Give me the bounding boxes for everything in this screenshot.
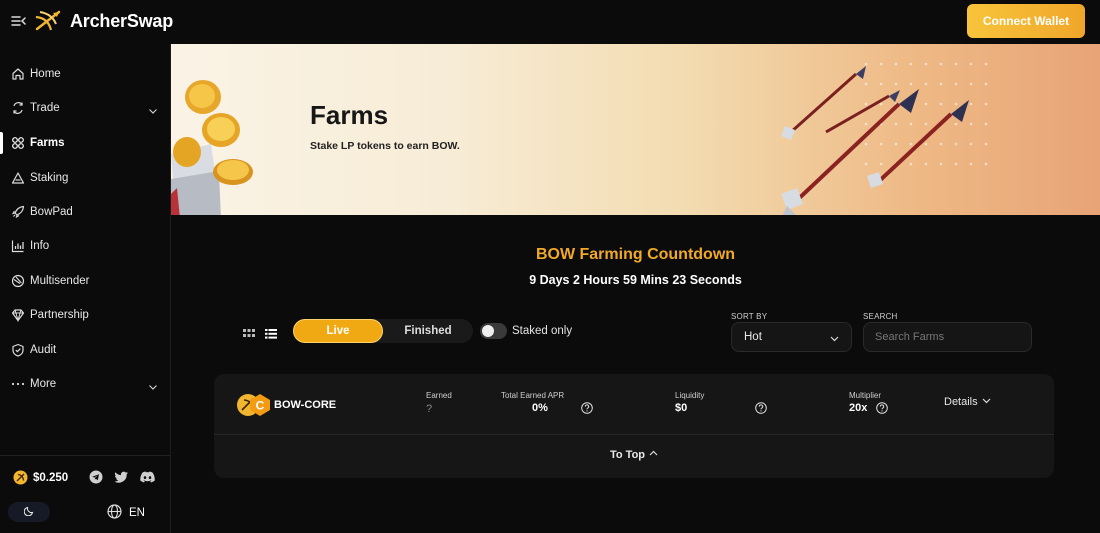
token-price-value: $0.250: [33, 471, 69, 484]
bow-core-pair-icon: C: [237, 394, 270, 416]
shield-icon: [10, 343, 25, 358]
app-name: ArcherSwap: [70, 10, 174, 31]
apr-label: Total Earned APR: [501, 391, 565, 400]
language-label: EN: [129, 507, 145, 519]
bow-token-icon: [13, 470, 28, 485]
sidebar-item-label: Multisender: [30, 275, 90, 287]
help-icon[interactable]: [755, 401, 767, 414]
earned-label: Earned: [426, 391, 452, 400]
diamond-icon: [10, 308, 25, 323]
sidebar-item-info[interactable]: Info: [0, 231, 170, 261]
sidebar-item-bowpad[interactable]: BowPad: [0, 197, 170, 227]
sidebar-item-label: Info: [30, 240, 50, 252]
countdown-timer: 9 Days 2 Hours 59 Mins 23 Seconds: [529, 273, 742, 287]
details-toggle[interactable]: Details: [944, 396, 991, 408]
sidebar-item-farms[interactable]: Farms: [0, 128, 170, 158]
dots-icon: [10, 377, 25, 392]
live-finished-toggle: Live Finished: [293, 319, 473, 343]
sidebar-item-label: BowPad: [30, 206, 73, 218]
search-label: SEARCH: [863, 312, 898, 321]
chevron-down-icon: [830, 334, 839, 343]
sidebar-item-trade[interactable]: Trade: [0, 93, 170, 123]
switch-knob: [482, 325, 494, 337]
apr-value: 0%: [532, 402, 548, 414]
sort-by-label: SORT BY: [731, 312, 768, 321]
globe-icon: [107, 504, 122, 522]
sidebar-item-label: Partnership: [30, 309, 89, 321]
menu-toggle-icon[interactable]: [11, 14, 27, 28]
sidebar-item-more[interactable]: More: [0, 369, 170, 399]
liquidity-value: $0: [675, 402, 688, 414]
sidebar: Home Trade Farms Staking BowPad Info Mul…: [0, 44, 171, 533]
table-row[interactable]: C BOW-CORE Earned ? Total Earned APR 0% …: [214, 374, 1054, 435]
liquidity-label: Liquidity: [675, 391, 705, 400]
search-farms-input[interactable]: [863, 322, 1032, 352]
countdown-title: BOW Farming Countdown: [535, 246, 736, 263]
connect-wallet-button[interactable]: Connect Wallet: [967, 4, 1085, 38]
multisender-icon: [10, 274, 25, 289]
top-bar: ArcherSwap Connect Wallet: [0, 0, 1100, 44]
sidebar-item-label: Audit: [30, 344, 57, 356]
moon-icon: [23, 503, 35, 521]
farm-table: C BOW-CORE Earned ? Total Earned APR 0% …: [214, 374, 1054, 478]
app-logo[interactable]: ArcherSwap: [34, 8, 173, 34]
help-icon[interactable]: [876, 401, 888, 414]
sidebar-item-label: Home: [30, 68, 61, 80]
chevron-down-icon[interactable]: [148, 103, 158, 114]
sidebar-item-home[interactable]: Home: [0, 59, 170, 89]
main-content: Farms Stake LP tokens to earn BOW. BOW F…: [171, 44, 1100, 533]
sidebar-item-label: Farms: [30, 137, 65, 149]
discord-icon[interactable]: [140, 470, 155, 484]
twitter-icon[interactable]: [114, 470, 128, 484]
details-label: Details: [944, 396, 978, 408]
to-top-button[interactable]: To Top: [214, 449, 1054, 461]
page-subtitle: Stake LP tokens to earn BOW.: [310, 140, 460, 152]
multiplier-value: 20x: [849, 402, 868, 414]
rocket-icon: [10, 205, 25, 220]
staked-only-switch[interactable]: [480, 323, 507, 339]
tab-finished[interactable]: Finished: [383, 319, 473, 343]
coins-illustration: [171, 80, 253, 215]
chevron-up-icon: [649, 449, 658, 461]
sidebar-item-label: Trade: [30, 102, 60, 114]
staking-icon: [10, 171, 25, 186]
archer-logo-icon: [35, 10, 61, 31]
multiplier-label: Multiplier: [849, 391, 882, 400]
list-view-icon[interactable]: [265, 327, 277, 339]
page-title: Farms: [310, 100, 389, 130]
telegram-icon[interactable]: [89, 470, 103, 484]
sidebar-item-multisender[interactable]: Multisender: [0, 266, 170, 296]
sort-select[interactable]: Hot: [731, 322, 852, 352]
sidebar-item-staking[interactable]: Staking: [0, 163, 170, 193]
chevron-down-icon[interactable]: [148, 379, 158, 390]
theme-toggle[interactable]: [8, 502, 50, 522]
tab-live[interactable]: Live: [293, 319, 383, 343]
svg-text:C: C: [256, 399, 265, 413]
farms-icon: [10, 136, 25, 151]
sort-value: Hot: [744, 331, 762, 343]
farms-banner: Farms Stake LP tokens to earn BOW.: [171, 44, 1100, 215]
home-icon: [10, 67, 25, 82]
arrows-illustration: [781, 62, 988, 215]
chevron-down-icon: [982, 396, 991, 408]
sidebar-item-audit[interactable]: Audit: [0, 335, 170, 365]
trade-icon: [10, 101, 25, 116]
earned-value: ?: [426, 403, 433, 415]
language-selector[interactable]: EN: [107, 504, 145, 522]
staked-only-label: Staked only: [512, 325, 573, 337]
help-icon[interactable]: [581, 401, 593, 414]
to-top-label: To Top: [609, 449, 646, 461]
sidebar-footer: $0.250 EN: [0, 455, 170, 533]
chart-icon: [10, 239, 25, 254]
sidebar-item-label: More: [30, 378, 57, 390]
grid-view-icon[interactable]: [243, 327, 255, 339]
sidebar-item-label: Staking: [30, 172, 69, 184]
sidebar-item-partnership[interactable]: Partnership: [0, 300, 170, 330]
token-price: $0.250: [13, 470, 68, 485]
farm-name: BOW-CORE: [274, 399, 337, 411]
